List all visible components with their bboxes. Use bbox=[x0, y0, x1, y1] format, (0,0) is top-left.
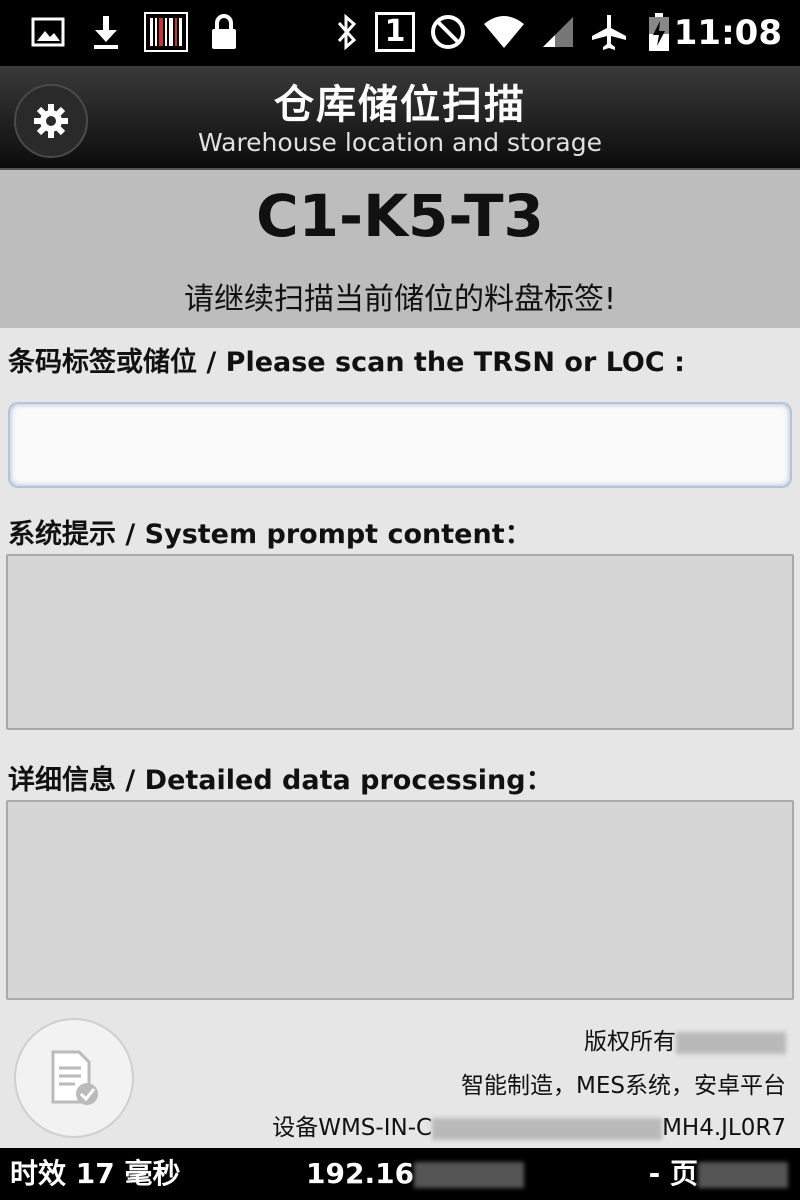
barcode-icon bbox=[142, 10, 190, 54]
page-line: - 页 bbox=[649, 1148, 788, 1200]
airplane-icon bbox=[588, 10, 630, 54]
page-subtitle: Warehouse location and storage bbox=[198, 128, 602, 157]
document-button[interactable] bbox=[14, 1018, 134, 1138]
page-text: - 页 bbox=[648, 1157, 698, 1190]
sim-slot-number: 1 bbox=[375, 12, 415, 52]
redacted-block bbox=[414, 1162, 525, 1188]
location-code: C1-K5-T3 bbox=[256, 182, 544, 250]
wifi-icon bbox=[480, 10, 528, 54]
image-icon bbox=[28, 10, 68, 54]
status-bar: 1 11:08 bbox=[0, 0, 800, 66]
scan-label: 条码标签或储位 / Please scan the TRSN or LOC : bbox=[8, 347, 685, 378]
location-panel: C1-K5-T3 请继续扫描当前储位的料盘标签! bbox=[0, 170, 800, 328]
ip-line: 192.16 bbox=[306, 1148, 525, 1200]
document-check-icon bbox=[51, 1050, 98, 1105]
bottom-status-bar: 时效 17 毫秒 192.16 - 页 bbox=[0, 1148, 800, 1200]
platform-text: 智能制造，MES系统，安卓平台 bbox=[461, 1073, 786, 1099]
bluetooth-icon bbox=[332, 10, 362, 54]
device-prefix: 设备WMS-IN-C bbox=[272, 1115, 433, 1141]
battery-charging-icon bbox=[644, 10, 674, 54]
detail-box[interactable] bbox=[6, 800, 794, 1000]
redacted-block bbox=[698, 1162, 788, 1188]
copyright-line: 版权所有 bbox=[584, 1022, 786, 1056]
lock-icon bbox=[206, 10, 242, 54]
device-suffix: MH4.JL0R7 bbox=[662, 1115, 786, 1141]
page-title: 仓库储位扫描 bbox=[274, 82, 526, 128]
detail-label: 详细信息 / Detailed data processing： bbox=[8, 765, 553, 796]
status-time: 11:08 bbox=[673, 13, 782, 53]
redacted-block bbox=[432, 1117, 663, 1140]
redacted-block bbox=[676, 1031, 786, 1054]
signal-icon bbox=[540, 10, 576, 54]
latency-text: 时效 17 毫秒 bbox=[10, 1157, 181, 1190]
download-icon bbox=[86, 10, 126, 54]
scan-input[interactable] bbox=[8, 402, 792, 488]
scan-hint: 请继续扫描当前储位的料盘标签! bbox=[183, 282, 617, 317]
device-line: 设备WMS-IN-C MH4.JL0R7 bbox=[272, 1108, 786, 1142]
do-not-disturb-icon bbox=[428, 10, 468, 54]
system-prompt-label: 系统提示 / System prompt content： bbox=[8, 519, 532, 550]
copyright-text: 版权所有 bbox=[584, 1029, 676, 1055]
sim-icon: 1 bbox=[372, 10, 418, 54]
app-header: 仓库储位扫描 Warehouse location and storage bbox=[0, 66, 800, 170]
ip-address: 192.16 bbox=[306, 1157, 415, 1190]
system-prompt-box[interactable] bbox=[6, 554, 794, 730]
